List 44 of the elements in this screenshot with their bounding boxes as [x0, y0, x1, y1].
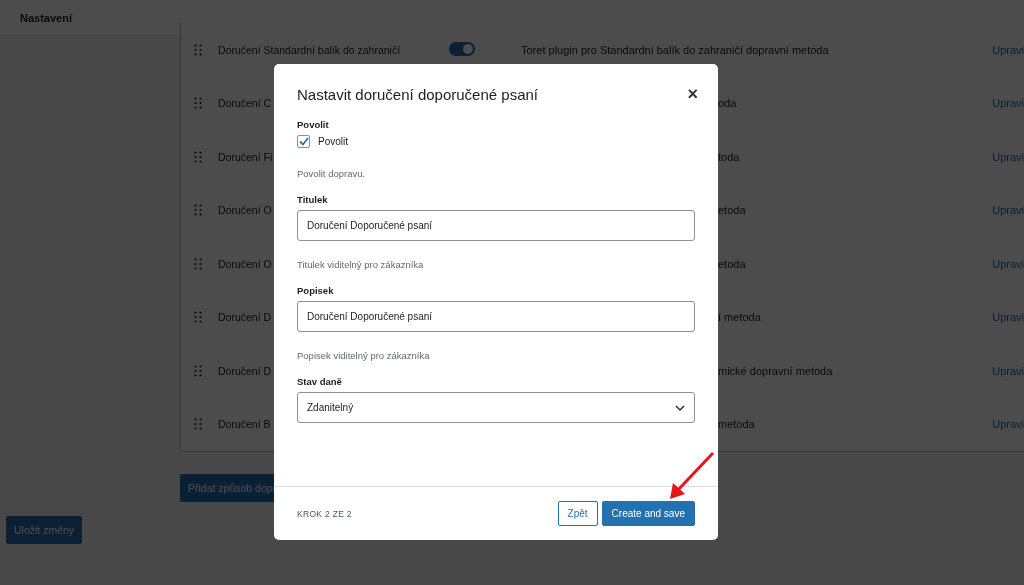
chevron-down-icon — [675, 404, 685, 411]
edit-link[interactable]: Upravi — [992, 43, 1024, 56]
help-text: Povolit dopravu. — [297, 168, 367, 179]
select-field[interactable]: Zdanitelný — [297, 392, 695, 423]
edit-link[interactable]: Upravi — [992, 257, 1024, 270]
method-name: Doručení D — [218, 364, 272, 377]
annotation-arrow — [669, 451, 715, 501]
method-description: toda — [717, 150, 741, 163]
help-text: Popisek viditelný pro zákazníka — [297, 350, 431, 361]
help-text: Titulek viditelný pro zákazníka — [297, 259, 425, 270]
method-name: Doručení O — [218, 257, 272, 270]
field-label: Titulek — [297, 194, 329, 205]
text-field[interactable]: Doručení Doporučené psaní — [297, 210, 695, 241]
edit-link[interactable]: Upravi — [992, 97, 1024, 110]
field-label: Povolit — [297, 119, 330, 130]
field-label: Stav daně — [297, 376, 343, 387]
method-description: mické dopravní metoda — [717, 364, 834, 377]
edit-link[interactable]: Upravi — [992, 418, 1024, 431]
edit-link[interactable]: Upravi — [992, 311, 1024, 324]
method-description: etoda — [717, 257, 747, 270]
method-name: Doručení O — [218, 204, 272, 217]
method-name: Doručení D — [218, 311, 272, 324]
create-and-save-button[interactable]: Create and save — [601, 501, 695, 526]
text-field[interactable]: Doručení Doporučené psaní — [297, 301, 695, 332]
back-button[interactable]: Zpět — [557, 501, 598, 526]
method-description: í metoda — [717, 311, 762, 324]
method-description: Toret plugin pro Standardní balík do zahraničí dopravní metoda — [521, 43, 830, 56]
method-description: metoda — [717, 418, 756, 431]
edit-link[interactable]: Upravi — [992, 150, 1024, 163]
close-button[interactable]: × — [683, 85, 702, 103]
method-name: Doručení C — [218, 97, 272, 110]
method-name: Doručení Fi — [218, 150, 273, 163]
page-title: Nastavení — [20, 11, 72, 24]
field-label: Popisek — [297, 285, 335, 296]
checkbox-label: Povolit — [318, 136, 348, 147]
dialog-title: Nastavit doručení doporučené psaní — [297, 85, 538, 103]
method-description: etoda — [717, 204, 747, 217]
method-description: oda — [717, 97, 738, 110]
edit-link[interactable]: Upravi — [992, 204, 1024, 217]
step-indicator: KROK 2 ZE 2 — [297, 508, 352, 519]
method-name: Doručení B — [218, 418, 271, 431]
edit-link[interactable]: Upravi — [992, 364, 1024, 377]
checkbox[interactable] — [297, 135, 310, 148]
method-name: Doručení Standardní balík do zahraničí — [218, 43, 401, 56]
